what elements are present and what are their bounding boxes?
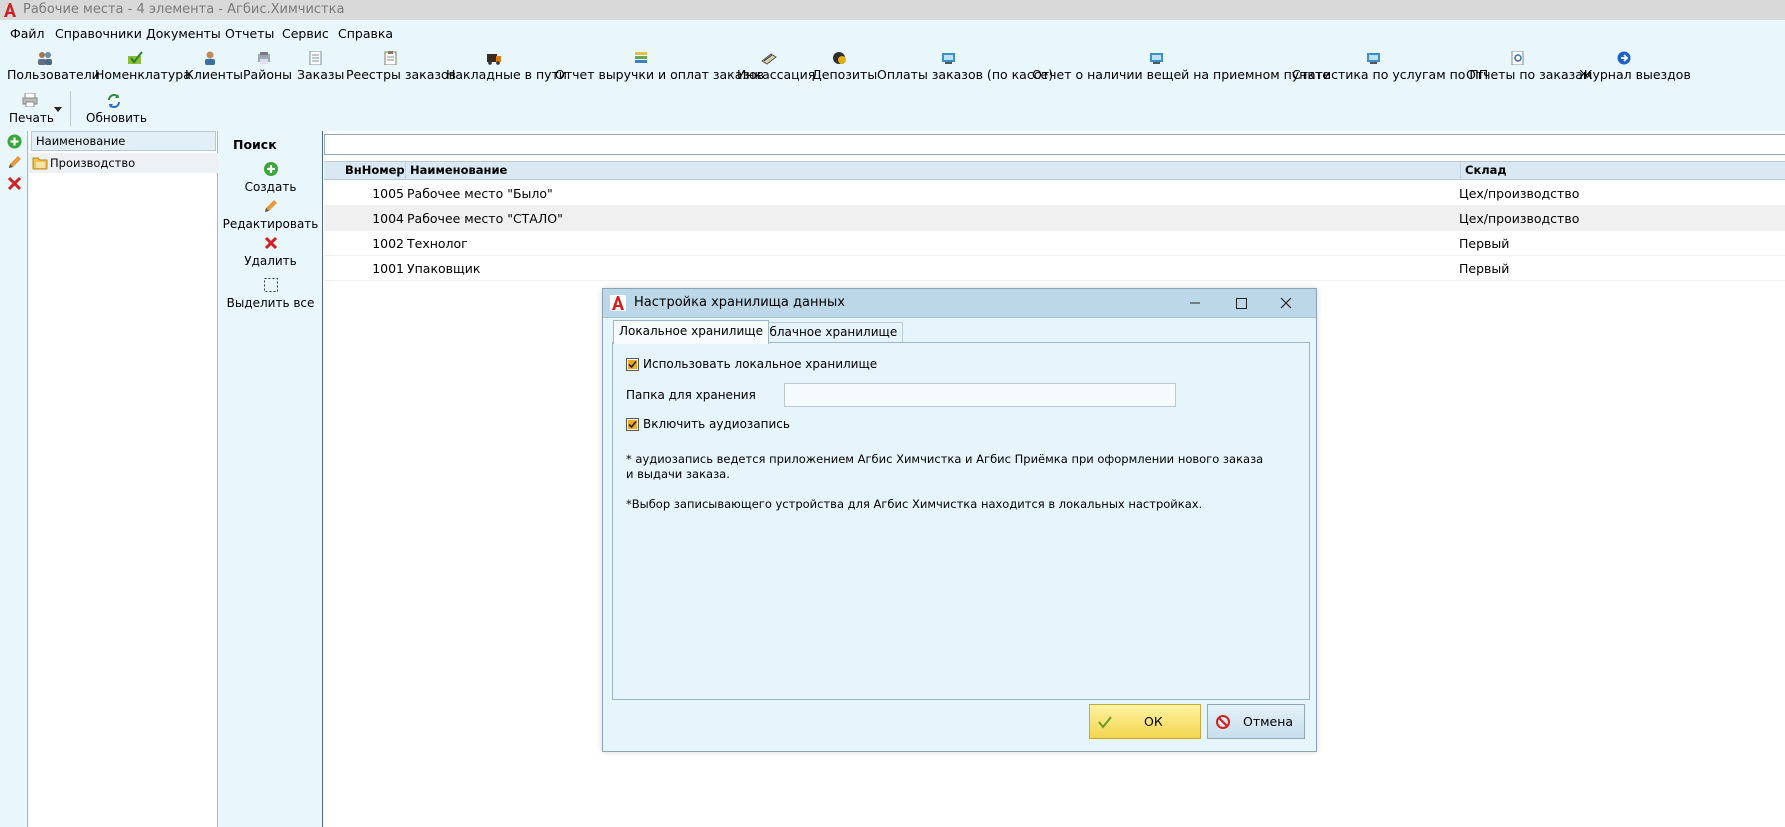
column-header-name[interactable]: Наименование <box>405 162 507 179</box>
cell-store: Первый <box>1459 236 1510 251</box>
nomenclature-icon <box>128 51 143 64</box>
table-row[interactable]: 1002 Технолог Первый <box>324 231 1785 256</box>
printer-icon <box>22 93 38 107</box>
delete-x-icon <box>264 236 277 250</box>
cell-store: Цех/производство <box>1459 186 1580 201</box>
menu-service[interactable]: Сервис <box>282 23 329 45</box>
cell-store: Первый <box>1459 261 1510 276</box>
maximize-icon[interactable] <box>1229 293 1253 313</box>
tree-panel: Наименование Производство <box>29 131 218 827</box>
edit-button[interactable]: Редактировать <box>219 198 322 231</box>
deposits-icon <box>833 52 846 64</box>
cash-payments-icon <box>942 53 955 64</box>
table-row[interactable]: 1005 Рабочее место "Было" Цех/производст… <box>324 181 1785 206</box>
grid-header: ВнНомер Наименование Склад <box>324 161 1785 180</box>
storage-folder-input[interactable] <box>784 383 1176 407</box>
print-dropdown-arrow-icon[interactable] <box>53 105 63 113</box>
main-toolbar: Пользователи Номенклатура Клиенты Районы… <box>0 46 1785 86</box>
close-icon[interactable] <box>1274 293 1298 313</box>
orders-icon <box>309 51 322 65</box>
enable-audio-label[interactable]: Включить аудиозапись <box>643 417 790 431</box>
create-icon <box>263 162 278 176</box>
tab-cloud-storage[interactable]: Облачное хранилище <box>755 322 904 342</box>
edit-pencil-icon[interactable] <box>7 155 22 170</box>
create-button[interactable]: Создать <box>219 161 322 194</box>
cell-store: Цех/производство <box>1459 211 1580 226</box>
audio-note-line1: * аудиозапись ведется приложением Агбис … <box>626 452 1264 466</box>
delete-button[interactable]: Удалить <box>219 235 322 268</box>
use-local-storage-checkbox[interactable] <box>626 358 639 371</box>
audio-note-line2: и выдачи заказа. <box>626 467 730 481</box>
ok-button[interactable]: ОК <box>1089 704 1201 739</box>
tree-actions-strip <box>0 131 28 827</box>
search-input[interactable] <box>324 134 1785 155</box>
column-header-number[interactable]: ВнНомер <box>341 162 405 179</box>
cell-number: 1001 <box>372 261 404 276</box>
delete-icon[interactable] <box>7 176 22 191</box>
cancel-button[interactable]: Отмена <box>1207 704 1305 739</box>
app-logo-icon <box>610 295 626 311</box>
enable-audio-checkbox[interactable] <box>626 418 639 431</box>
users-icon <box>38 52 52 65</box>
minimize-icon[interactable] <box>1183 293 1207 313</box>
cell-name: Технолог <box>407 236 468 251</box>
select-all-icon <box>263 278 278 292</box>
column-header-store[interactable]: Склад <box>1460 162 1507 179</box>
menu-reports[interactable]: Отчеты <box>225 23 274 45</box>
menu-directories[interactable]: Справочники <box>55 23 142 45</box>
clients-icon <box>205 51 215 65</box>
districts-icon <box>258 52 270 64</box>
menu-help[interactable]: Справка <box>338 23 393 45</box>
cancel-icon <box>1216 715 1230 729</box>
collection-icon <box>761 53 777 65</box>
toolbar-separator <box>70 91 71 126</box>
cell-name: Упаковщик <box>407 261 481 276</box>
storage-settings-dialog: Настройка хранилища данных Локальное хра… <box>602 288 1317 752</box>
checkmark-icon <box>1098 716 1112 729</box>
dialog-titlebar[interactable]: Настройка хранилища данных <box>603 289 1316 318</box>
order-reports-icon <box>1511 51 1524 65</box>
cell-number: 1004 <box>372 211 404 226</box>
use-local-storage-label[interactable]: Использовать локальное хранилище <box>643 357 877 371</box>
menu-documents[interactable]: Документы <box>146 23 221 45</box>
waybills-icon <box>487 54 501 65</box>
table-row[interactable]: 1004 Рабочее место "СТАЛО" Цех/производс… <box>324 206 1785 231</box>
cell-number: 1002 <box>372 236 404 251</box>
tab-local-storage[interactable]: Локальное хранилище <box>613 320 769 344</box>
dialog-title: Настройка хранилища данных <box>634 295 845 310</box>
revenue-report-icon <box>635 52 647 63</box>
table-row[interactable]: 1001 Упаковщик Первый <box>324 256 1785 281</box>
storage-folder-label: Папка для хранения <box>626 388 756 402</box>
cell-number: 1005 <box>372 186 404 201</box>
menu-file[interactable]: Файл <box>10 23 45 45</box>
edit-icon <box>264 200 277 212</box>
service-stats-icon <box>1367 53 1380 64</box>
window-title: Рабочие места - 4 элемента - Агбис.Химчи… <box>23 2 345 17</box>
app-logo-icon <box>2 2 18 18</box>
cell-name: Рабочее место "СТАЛО" <box>407 211 563 226</box>
window-titlebar: Рабочие места - 4 элемента - Агбис.Химчи… <box>0 0 1785 20</box>
folder-icon <box>32 157 48 170</box>
refresh-button[interactable]: Обновить <box>86 88 147 128</box>
action-panel: Поиск Создать Редактировать Удалить Выде… <box>219 131 322 827</box>
search-label: Поиск <box>233 137 277 152</box>
recording-device-note: *Выбор записывающего устройства для Агби… <box>626 497 1203 511</box>
cell-name: Рабочее место "Было" <box>407 186 553 201</box>
trips-journal-icon <box>1617 51 1631 65</box>
select-all-button[interactable]: Выделить все <box>219 277 322 310</box>
items-report-icon <box>1150 53 1163 64</box>
tree-header[interactable]: Наименование <box>31 131 216 151</box>
refresh-icon <box>108 94 120 108</box>
add-icon[interactable] <box>7 134 22 149</box>
tab-content-local: Использовать локальное хранилище Папка д… <box>612 342 1310 700</box>
order-registers-icon <box>384 51 397 65</box>
tree-item-production[interactable]: Производство <box>29 153 218 173</box>
